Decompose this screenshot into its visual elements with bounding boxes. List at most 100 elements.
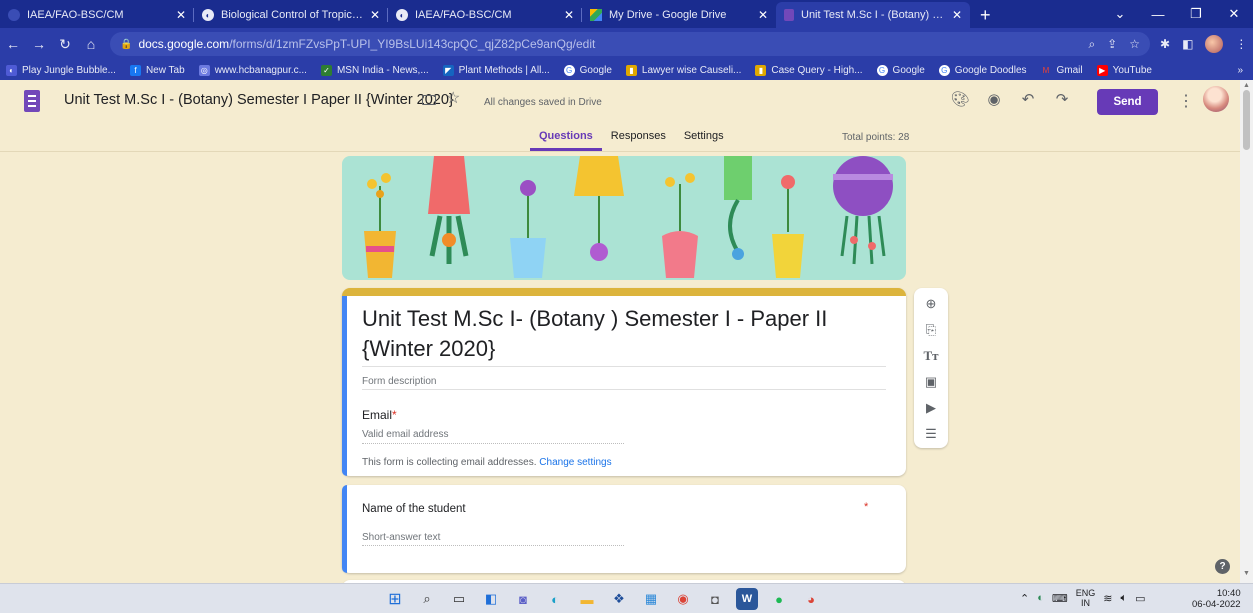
bookmark-item[interactable]: ◐ Play Jungle Bubble...: [6, 64, 116, 76]
question-title[interactable]: Name of the student: [362, 503, 466, 515]
back-icon[interactable]: ←: [0, 36, 26, 52]
browser-tab-1[interactable]: IAEA/FAO-BSC/CM ✕: [0, 2, 194, 28]
language-indicator[interactable]: ENG IN: [1076, 588, 1096, 608]
new-tab-button[interactable]: +: [970, 2, 1001, 28]
browser-tab-2[interactable]: ◐ Biological Control of Tropical We ✕: [194, 2, 388, 28]
account-avatar[interactable]: [1203, 86, 1229, 112]
maximize-icon[interactable]: ❐: [1177, 6, 1215, 22]
form-tabs: Questions Responses Settings: [530, 130, 733, 151]
document-title[interactable]: Unit Test M.Sc I - (Botany) Semester I P…: [64, 92, 454, 108]
plant-7: [772, 175, 804, 278]
add-video-icon[interactable]: ▶: [921, 398, 941, 418]
bookmark-item[interactable]: G Google Doodles: [938, 64, 1027, 76]
browser-tab-5[interactable]: Unit Test M.Sc I - (Botany) Semes ✕: [776, 2, 970, 28]
share-icon[interactable]: ⇪: [1107, 37, 1117, 52]
move-to-folder-icon[interactable]: [422, 95, 436, 105]
url-input[interactable]: 🔒 docs.google.com /forms/d/1zmFZvsPpT-UP…: [110, 32, 1150, 56]
home-icon[interactable]: ⌂: [78, 36, 104, 52]
scrollbar-thumb[interactable]: [1243, 90, 1250, 150]
close-tab-icon[interactable]: ✕: [564, 8, 574, 22]
close-window-icon[interactable]: ✕: [1215, 6, 1253, 22]
forward-icon[interactable]: →: [26, 36, 52, 52]
star-icon[interactable]: ☆: [446, 88, 460, 108]
dropbox-icon[interactable]: ❖: [608, 588, 630, 610]
close-tab-icon[interactable]: ✕: [176, 8, 186, 22]
bookmark-item[interactable]: G Google: [876, 64, 925, 76]
search-icon[interactable]: ⌕: [416, 588, 438, 610]
widgets-icon[interactable]: ◧: [480, 588, 502, 610]
import-questions-icon[interactable]: ⎘: [921, 320, 941, 340]
app-tray-icon[interactable]: ◐: [1037, 592, 1044, 604]
question-card[interactable]: Name of the student * Short-answer text: [342, 485, 906, 573]
add-section-icon[interactable]: ☰: [921, 424, 941, 444]
change-settings-link[interactable]: Change settings: [539, 457, 611, 468]
bookmark-item[interactable]: ▮ Lawyer wise Causeli...: [625, 64, 741, 76]
bookmark-item[interactable]: ✓ MSN India - News,...: [320, 64, 429, 76]
more-options-icon[interactable]: ⋮: [1178, 91, 1194, 111]
minimize-icon[interactable]: —: [1139, 7, 1177, 22]
scroll-down-icon[interactable]: ▼: [1243, 570, 1250, 577]
clock[interactable]: 10:40 06-04-2022: [1192, 588, 1241, 610]
browser-tab-3[interactable]: ◐ IAEA/FAO-BSC/CM ✕: [388, 2, 582, 28]
task-view-icon[interactable]: ▭: [448, 588, 470, 610]
system-tray: ⌃ ◐ ⌨ ENG IN ≋ 🔈︎ ▭: [1020, 588, 1146, 608]
wifi-icon[interactable]: ≋: [1103, 592, 1112, 605]
close-tab-icon[interactable]: ✕: [758, 8, 768, 22]
scroll-up-icon[interactable]: ▲: [1243, 82, 1250, 89]
edge-browser-icon[interactable]: ◐: [544, 588, 566, 610]
chrome-profile-icon[interactable]: ◕: [800, 588, 822, 610]
tab-questions[interactable]: Questions: [530, 130, 602, 151]
forms-logo-icon[interactable]: [24, 90, 40, 112]
volume-icon[interactable]: 🔈︎: [1121, 592, 1128, 605]
browser-menu-icon[interactable]: ⋮: [1235, 37, 1247, 51]
add-title-icon[interactable]: Tт: [921, 346, 941, 366]
tab-search-icon[interactable]: ⌄: [1101, 6, 1139, 22]
bookmark-item[interactable]: G Google: [563, 64, 612, 76]
profile-avatar[interactable]: [1205, 35, 1224, 53]
chat-icon[interactable]: ◙: [512, 588, 534, 610]
palette-icon[interactable]: 🎨︎: [950, 90, 970, 108]
form-title-card: Unit Test M.Sc I- (Botany ) Semester I -…: [342, 288, 906, 476]
spotify-icon[interactable]: ●: [768, 588, 790, 610]
file-explorer-icon[interactable]: ▬: [576, 588, 598, 610]
extensions-icon[interactable]: ✱: [1160, 37, 1170, 51]
camera-icon[interactable]: ◘: [704, 588, 726, 610]
google-icon: G: [563, 64, 575, 76]
plant-5: [662, 173, 698, 278]
redo-icon[interactable]: ↷: [1052, 90, 1072, 108]
battery-icon[interactable]: ▭: [1135, 592, 1145, 605]
bookmark-item[interactable]: f New Tab: [129, 64, 185, 76]
bookmark-item[interactable]: ◎ www.hcbanagpur.c...: [198, 64, 307, 76]
side-panel-icon[interactable]: ◧: [1182, 37, 1193, 51]
word-icon[interactable]: W: [736, 588, 758, 610]
reload-icon[interactable]: ↻: [52, 36, 78, 53]
add-image-icon[interactable]: ▣: [921, 372, 941, 392]
undo-icon[interactable]: ↶: [1018, 90, 1038, 108]
plant-3: [510, 180, 546, 278]
more-bookmarks-icon[interactable]: »: [1237, 65, 1253, 76]
help-icon[interactable]: ?: [1215, 559, 1230, 574]
bookmark-item[interactable]: ▶ YouTube: [1096, 64, 1152, 76]
store-icon[interactable]: ▦: [640, 588, 662, 610]
close-tab-icon[interactable]: ✕: [952, 8, 962, 22]
preview-eye-icon[interactable]: ◉: [984, 90, 1004, 108]
bookmark-item[interactable]: ▮ Case Query - High...: [755, 64, 863, 76]
show-hidden-icons-icon[interactable]: ⌃: [1020, 592, 1029, 605]
bookmark-item[interactable]: ◤ Plant Methods | All...: [442, 64, 550, 76]
keyboard-icon[interactable]: ⌨: [1052, 592, 1068, 605]
close-tab-icon[interactable]: ✕: [370, 8, 380, 22]
form-description-input[interactable]: Form description: [362, 376, 436, 387]
windows-start-icon[interactable]: ⊞: [384, 588, 406, 610]
selected-card-indicator: [342, 296, 347, 476]
browser-tab-4[interactable]: My Drive - Google Drive ✕: [582, 2, 776, 28]
form-title-input[interactable]: Unit Test M.Sc I- (Botany ) Semester I -…: [362, 304, 882, 364]
tab-responses[interactable]: Responses: [602, 130, 675, 151]
zoom-icon[interactable]: ⌕: [1088, 37, 1095, 52]
bookmark-item[interactable]: M Gmail: [1041, 65, 1083, 76]
send-button[interactable]: Send: [1097, 89, 1158, 115]
tab-settings[interactable]: Settings: [675, 130, 733, 151]
chrome-icon[interactable]: ◉: [672, 588, 694, 610]
page-scrollbar[interactable]: ▲ ▼: [1240, 80, 1253, 583]
add-question-icon[interactable]: ⊕: [921, 294, 941, 314]
bookmark-star-icon[interactable]: ☆: [1129, 37, 1140, 52]
